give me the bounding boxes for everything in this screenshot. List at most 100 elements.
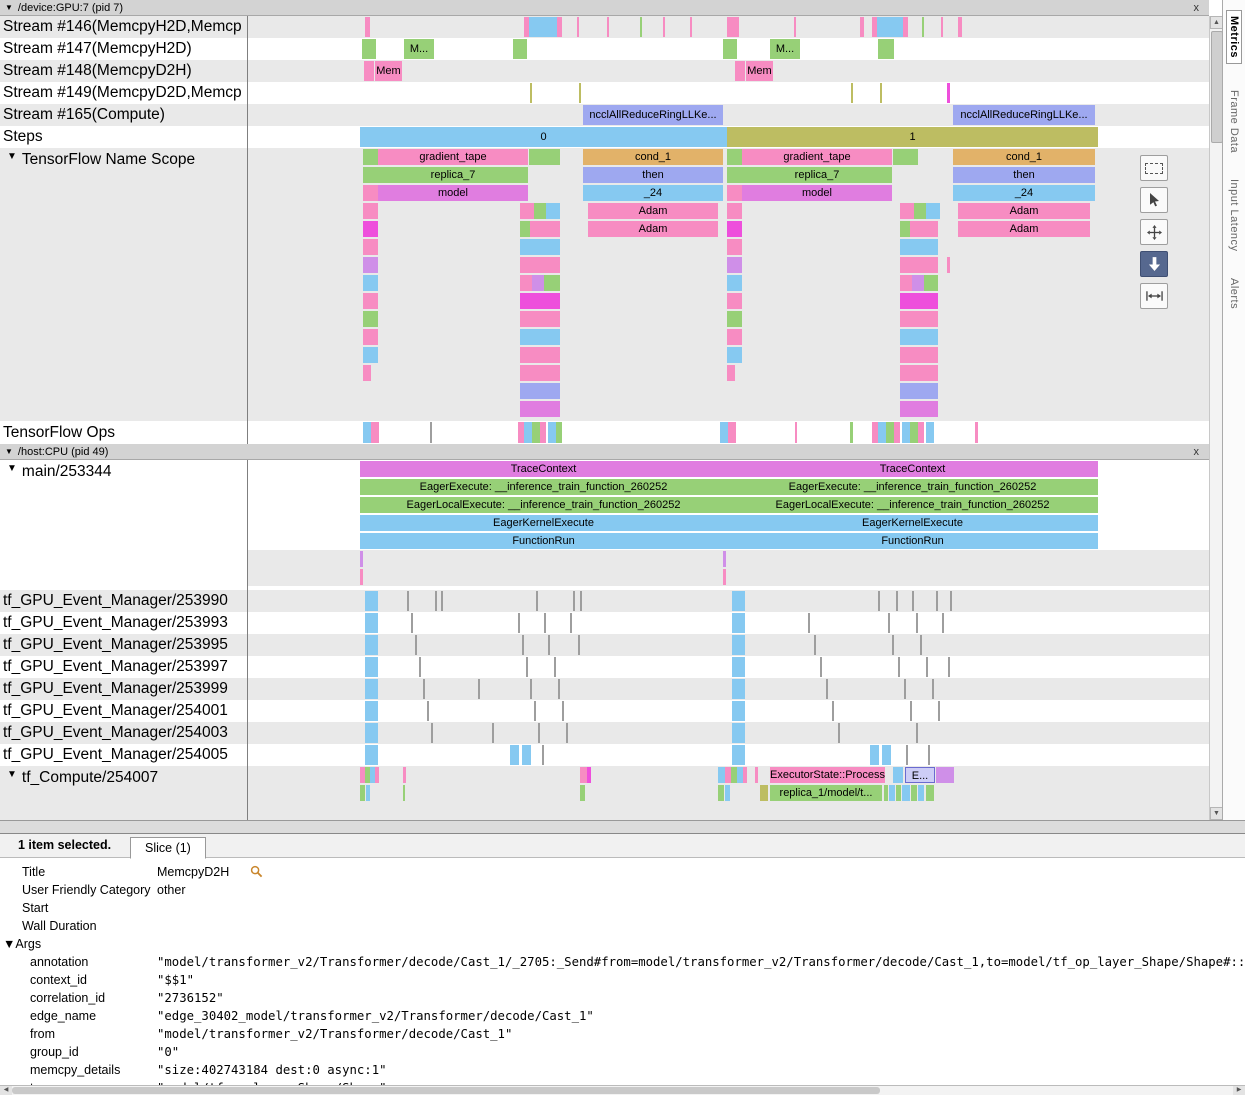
trace-event[interactable] (902, 422, 910, 443)
trace-event[interactable] (580, 591, 582, 611)
trace-event[interactable] (882, 745, 891, 765)
trace-event[interactable] (826, 679, 828, 699)
trace-event[interactable] (365, 613, 378, 633)
trace-event[interactable] (363, 185, 378, 201)
trace-event[interactable] (513, 39, 527, 59)
trace-event[interactable] (916, 723, 918, 743)
trace-event[interactable] (947, 83, 950, 103)
trace-event[interactable] (900, 383, 938, 399)
trace-event[interactable] (732, 723, 745, 743)
trace-event[interactable] (520, 257, 560, 273)
trace-event[interactable] (727, 311, 742, 327)
trace-event[interactable] (544, 613, 546, 633)
trace-event[interactable]: FunctionRun (360, 533, 727, 549)
trace-event[interactable] (492, 723, 494, 743)
trace-event[interactable]: then (953, 167, 1095, 183)
panel-divider[interactable] (0, 820, 1245, 834)
trace-event[interactable] (530, 221, 560, 237)
analysis-tab-metrics[interactable]: Metrics (1226, 10, 1242, 64)
trace-event[interactable] (423, 679, 425, 699)
trace-event[interactable] (363, 365, 371, 381)
trace-event[interactable] (532, 422, 540, 443)
trace-event[interactable] (732, 591, 745, 611)
trace-event[interactable] (732, 745, 745, 765)
trace-event[interactable] (375, 767, 379, 783)
trace-event[interactable]: replica_7 (742, 167, 892, 183)
trace-event[interactable] (851, 83, 853, 103)
trace-event[interactable] (898, 657, 900, 677)
trace-event[interactable] (536, 591, 538, 611)
trace-event[interactable] (725, 785, 730, 801)
track-label-main-253344[interactable]: ▼main/253344 (0, 460, 248, 590)
trace-event[interactable] (877, 17, 903, 37)
trace-event[interactable] (419, 657, 421, 677)
trace-event[interactable] (558, 679, 560, 699)
trace-event[interactable] (529, 149, 560, 165)
trace-event[interactable] (922, 17, 924, 37)
trace-event[interactable] (884, 785, 888, 801)
track-label-tensorflow-name-scope[interactable]: ▼TensorFlow Name Scope (0, 148, 248, 421)
trace-event[interactable]: FunctionRun (727, 533, 1098, 549)
close-button[interactable]: x (1194, 446, 1200, 458)
trace-event[interactable] (690, 17, 692, 37)
trace-event[interactable] (912, 275, 924, 291)
trace-event[interactable] (365, 635, 378, 655)
collapse-icon[interactable]: ▼ (7, 151, 17, 162)
trace-event[interactable]: EagerLocalExecute: __inference_train_fun… (360, 497, 727, 513)
trace-event[interactable] (814, 635, 816, 655)
trace-event[interactable]: EagerExecute: __inference_train_function… (727, 479, 1098, 495)
trace-event[interactable] (732, 657, 745, 677)
trace-event[interactable] (544, 275, 560, 291)
trace-event[interactable] (587, 767, 591, 783)
trace-event[interactable]: Adam (588, 203, 718, 219)
trace-event[interactable] (532, 275, 544, 291)
trace-event[interactable] (727, 149, 742, 165)
selection-marquee-tool[interactable] (1140, 155, 1168, 181)
trace-event[interactable] (926, 203, 940, 219)
trace-event[interactable] (918, 785, 924, 801)
trace-event[interactable] (900, 365, 938, 381)
trace-event[interactable]: then (583, 167, 723, 183)
trace-event[interactable] (916, 613, 918, 633)
trace-event[interactable] (363, 422, 371, 443)
trace-event[interactable] (906, 745, 908, 765)
trace-event[interactable] (727, 167, 742, 183)
trace-event[interactable] (518, 613, 520, 633)
track-label-tf-compute-254007[interactable]: ▼tf_Compute/254007 (0, 766, 248, 820)
trace-event[interactable] (546, 203, 560, 219)
trace-event[interactable] (896, 591, 898, 611)
trace-event[interactable] (365, 17, 370, 37)
trace-event[interactable]: gradient_tape (378, 149, 528, 165)
trace-event[interactable] (918, 422, 924, 443)
trace-event[interactable]: model (742, 185, 892, 201)
trace-event[interactable] (363, 239, 378, 255)
trace-event[interactable]: Adam (958, 203, 1090, 219)
trace-event[interactable] (365, 745, 378, 765)
trace-event[interactable]: 1 (727, 127, 1098, 147)
trace-event[interactable] (534, 701, 536, 721)
trace-event[interactable] (902, 785, 910, 801)
trace-event[interactable] (870, 745, 879, 765)
trace-event[interactable] (910, 701, 912, 721)
trace-event[interactable] (808, 613, 810, 633)
trace-event[interactable] (900, 257, 938, 273)
trace-event[interactable] (522, 745, 531, 765)
vertical-scrollbar[interactable]: ▲ ▼ (1209, 16, 1222, 820)
magnifier-icon[interactable] (250, 865, 263, 881)
trace-event[interactable] (403, 767, 406, 783)
trace-event[interactable] (566, 723, 568, 743)
trace-event[interactable] (893, 767, 903, 783)
trace-event[interactable] (360, 551, 363, 567)
trace-event[interactable] (894, 422, 900, 443)
trace-event[interactable] (932, 679, 934, 699)
trace-event[interactable] (900, 293, 938, 309)
trace-event[interactable] (520, 365, 560, 381)
trace-event[interactable] (760, 785, 768, 801)
trace-event[interactable] (520, 401, 560, 417)
trace-event[interactable] (580, 767, 587, 783)
trace-event[interactable] (520, 311, 560, 327)
trace-event[interactable] (794, 17, 796, 37)
trace-event[interactable] (732, 635, 745, 655)
trace-event[interactable]: replica_7 (378, 167, 528, 183)
trace-event[interactable] (562, 701, 564, 721)
